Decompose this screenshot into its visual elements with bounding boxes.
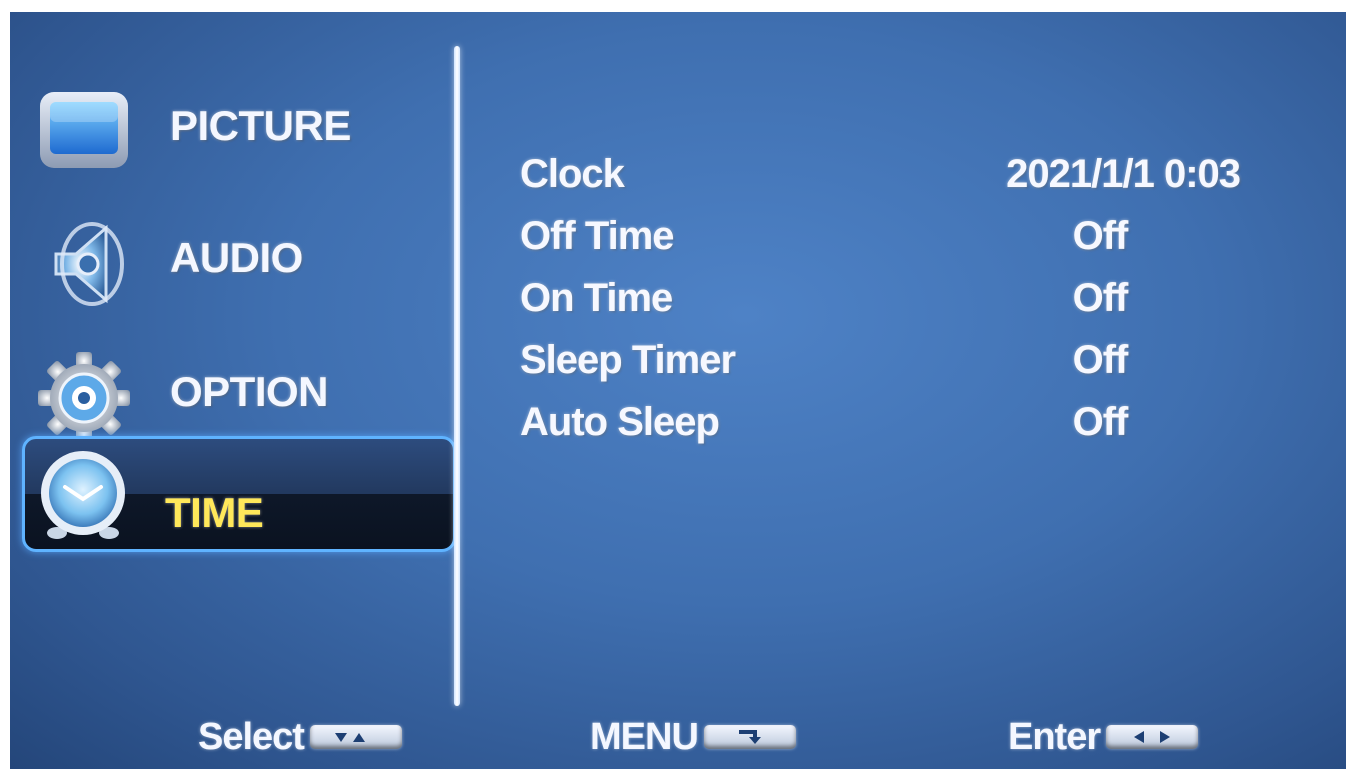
footer-menu-label: MENU	[590, 715, 699, 758]
setting-row-sleep-timer[interactable]: Sleep Timer Off	[520, 338, 1240, 398]
setting-row-clock[interactable]: Clock 2021/1/1 0:03	[520, 152, 1241, 212]
setting-row-auto-sleep[interactable]: Auto Sleep Off	[520, 400, 1240, 460]
clock-icon	[35, 443, 131, 539]
menu-item-audio[interactable]: AUDIO	[24, 194, 454, 306]
tv-menu-screen: PICTURE AUDIO OPTION TIME Clock 2021/1/1…	[10, 12, 1346, 769]
left-right-arrows-icon	[1106, 725, 1199, 749]
speaker-icon	[36, 216, 132, 312]
setting-value: Off	[1072, 276, 1129, 320]
menu-item-label: TIME	[165, 489, 264, 536]
up-down-arrows-icon	[309, 725, 402, 749]
footer-enter-label: Enter	[1008, 715, 1101, 758]
setting-row-off-time[interactable]: Off Time Off	[520, 214, 1240, 274]
setting-value: 2021/1/1 0:03	[1006, 152, 1241, 196]
menu-item-label: AUDIO	[170, 234, 303, 281]
monitor-icon	[36, 84, 132, 180]
vertical-divider	[454, 46, 460, 706]
menu-item-label: PICTURE	[170, 102, 351, 149]
menu-item-picture[interactable]: PICTURE	[24, 62, 454, 172]
footer-select-hint: Select	[198, 712, 402, 762]
setting-name: Off Time	[520, 214, 675, 258]
setting-name: Clock	[520, 152, 625, 196]
footer-menu-hint: MENU	[590, 712, 796, 762]
menu-item-time[interactable]: TIME	[22, 436, 456, 552]
setting-value: Off	[1072, 338, 1129, 382]
setting-row-on-time[interactable]: On Time Off	[520, 276, 1240, 336]
setting-name: Sleep Timer	[520, 338, 736, 382]
setting-value: Off	[1072, 400, 1129, 444]
footer-enter-hint: Enter	[1008, 712, 1199, 762]
menu-item-label: OPTION	[170, 368, 329, 415]
return-arrow-icon	[703, 725, 796, 749]
footer-select-label: Select	[198, 715, 305, 758]
setting-name: Auto Sleep	[520, 400, 720, 444]
setting-value: Off	[1072, 214, 1129, 258]
gear-icon	[36, 350, 132, 446]
setting-name: On Time	[520, 276, 673, 320]
menu-item-option[interactable]: OPTION	[24, 328, 454, 444]
